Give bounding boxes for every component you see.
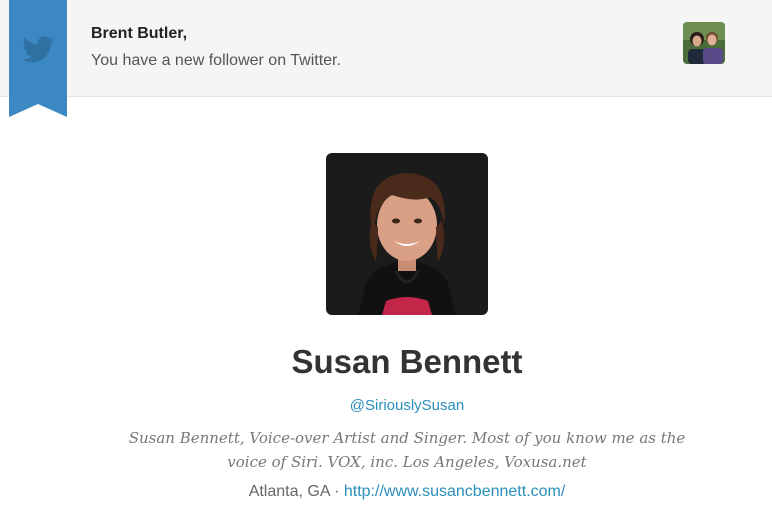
profile-handle-link[interactable]: @SiriouslySusan bbox=[0, 397, 772, 414]
recipient-greeting: Brent Butler, bbox=[91, 25, 188, 42]
profile-meta: Atlanta, GA · http://www.susancbennett.c… bbox=[0, 483, 772, 501]
profile-location: Atlanta, GA bbox=[248, 483, 330, 500]
meta-separator: · bbox=[334, 483, 340, 500]
profile-website-link[interactable]: http://www.susancbennett.com/ bbox=[344, 483, 565, 500]
notification-header: Brent Butler, You have a new follower on… bbox=[0, 0, 772, 117]
twitter-ribbon bbox=[9, 0, 67, 117]
notification-message: You have a new follower on Twitter. bbox=[91, 52, 341, 69]
profile-bio: Susan Bennett, Voice-over Artist and Sin… bbox=[128, 429, 686, 471]
profile-photo[interactable] bbox=[326, 153, 488, 315]
recipient-avatar[interactable] bbox=[683, 22, 725, 64]
profile-name: Susan Bennett bbox=[291, 343, 523, 380]
